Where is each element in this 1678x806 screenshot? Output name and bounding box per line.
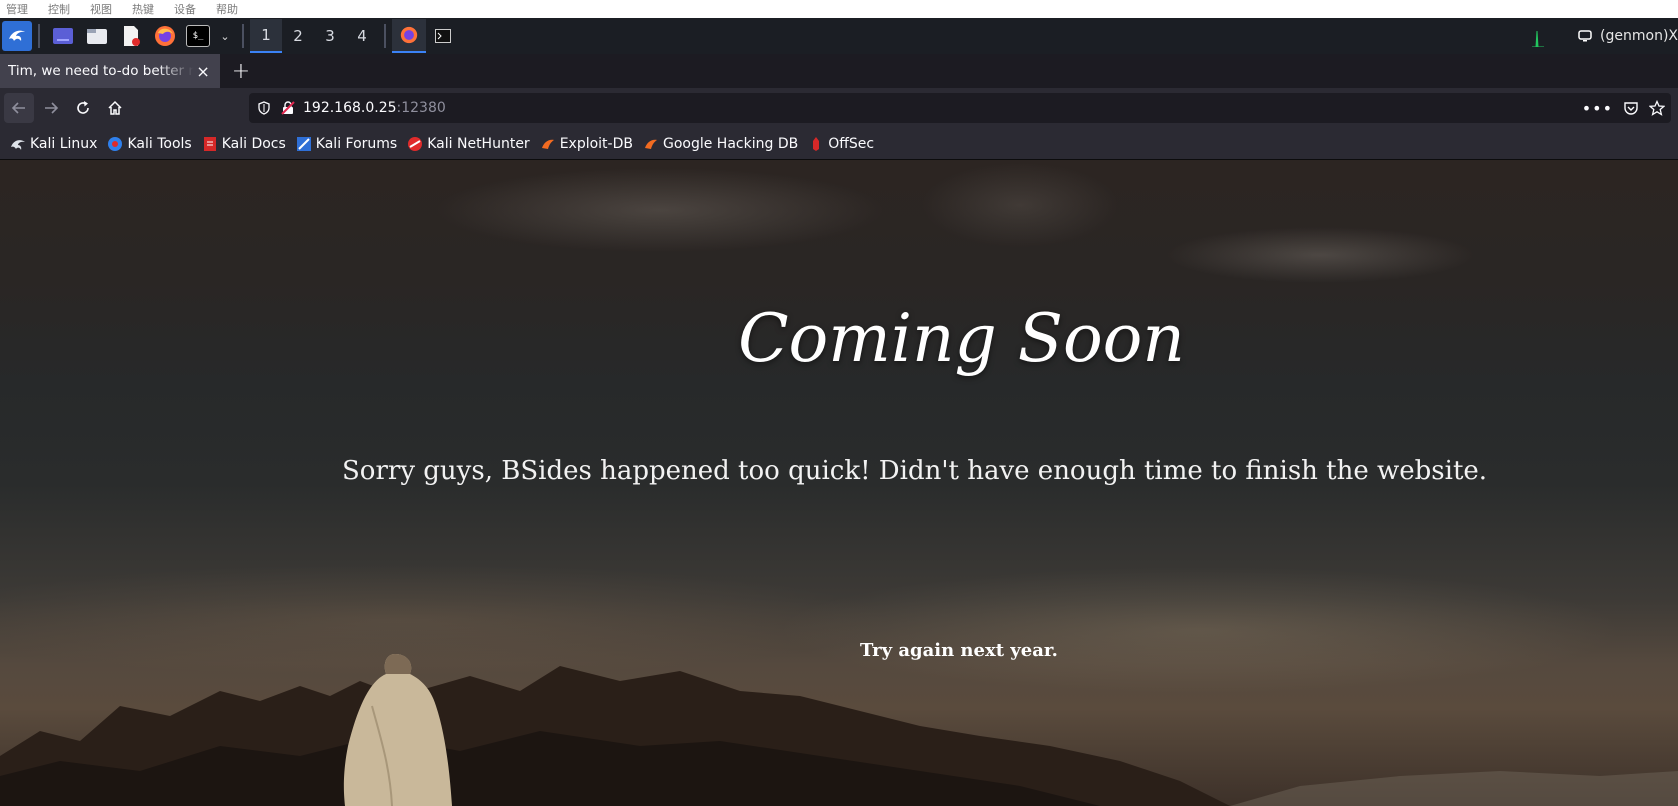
bookmark-label: Kali NetHunter (427, 135, 530, 152)
vm-menu-hotkeys[interactable]: 热键 (132, 1, 162, 17)
firefox-icon (400, 26, 418, 44)
vm-menu-view[interactable]: 视图 (90, 1, 120, 17)
reload-button[interactable] (68, 93, 98, 123)
workspace-4[interactable]: 4 (346, 19, 378, 53)
workspace-3[interactable]: 3 (314, 19, 346, 53)
arrow-left-icon (11, 102, 25, 114)
vm-menu-bar: 管理 控制 视图 热键 设备 帮助 (0, 0, 1678, 18)
bookmark-label: Kali Linux (30, 135, 98, 152)
background-landscape (0, 654, 1678, 806)
home-button[interactable] (100, 93, 130, 123)
tab-active[interactable]: Tim, we need to-do better next year × (0, 54, 220, 88)
heading-wrap: Coming Soon (0, 300, 1678, 377)
kali-tools-icon (107, 136, 123, 152)
bookmark-kali-linux[interactable]: Kali Linux (10, 136, 97, 152)
display-icon[interactable] (1578, 29, 1592, 43)
more-actions-icon[interactable]: ••• (1582, 99, 1613, 118)
page-heading: Coming Soon (738, 300, 1185, 377)
kali-docs-icon (202, 136, 218, 152)
chevron-down-icon[interactable]: ⌄ (218, 23, 232, 49)
bookmark-label: Kali Forums (315, 135, 398, 152)
desktop-panel: $_ ⌄ 1 2 3 4 (genmon)X (0, 18, 1678, 54)
exploit-db-icon (540, 136, 556, 152)
close-icon[interactable]: × (194, 62, 212, 81)
bookmark-kali-tools[interactable]: Kali Tools (107, 135, 192, 152)
offsec-icon (808, 136, 824, 152)
bookmark-kali-nethunter[interactable]: Kali NetHunter (407, 135, 530, 152)
kali-forums-icon (296, 136, 312, 152)
tab-title: Tim, we need to-do better next year (8, 63, 195, 79)
bookmark-offsec[interactable]: OffSec (808, 136, 874, 152)
pocket-icon[interactable] (1623, 100, 1639, 116)
insecure-lock-icon[interactable] (281, 101, 295, 115)
text-editor-icon[interactable] (118, 23, 144, 49)
page-subtitle: Sorry guys, BSides happened too quick! D… (342, 456, 1488, 486)
reload-icon (77, 101, 89, 114)
tab-strip: Tim, we need to-do better next year × + (0, 54, 1678, 88)
new-tab-button[interactable]: + (226, 56, 256, 86)
terminal-icon (435, 29, 451, 43)
address-bar[interactable]: 192.168.0.25:12380 ••• (249, 93, 1671, 123)
url-host: 192.168.0.25 (303, 100, 397, 116)
vm-menu-help[interactable]: 帮助 (216, 1, 246, 17)
back-button[interactable] (4, 93, 34, 123)
firefox-launcher-icon[interactable] (152, 23, 178, 49)
cpu-graph-icon (1532, 30, 1545, 47)
kali-dragon-icon (10, 136, 26, 152)
workspace-2[interactable]: 2 (282, 19, 314, 53)
nav-toolbar: 192.168.0.25:12380 ••• (0, 88, 1678, 128)
vm-menu-devices[interactable]: 设备 (174, 1, 204, 17)
arrow-right-icon (45, 102, 59, 114)
shield-icon[interactable] (257, 101, 271, 115)
nethunter-icon (407, 136, 423, 152)
home-icon (108, 100, 122, 115)
bookmarks-toolbar: Kali Linux Kali Tools Kali Docs Kali For… (0, 128, 1678, 160)
taskbar-terminal[interactable] (426, 19, 460, 53)
workspace-1[interactable]: 1 (250, 19, 282, 53)
url-actions: ••• (1582, 99, 1671, 118)
vm-menu-manage[interactable]: 管理 (6, 1, 36, 17)
panel-right: (genmon)X (1532, 25, 1678, 47)
file-manager-icon[interactable] (84, 23, 110, 49)
taskbar-firefox[interactable] (392, 19, 426, 53)
vm-menu-control[interactable]: 控制 (48, 1, 78, 17)
url-port: :12380 (396, 100, 446, 116)
panel-separator (242, 24, 244, 48)
bookmark-google-hacking-db[interactable]: Google Hacking DB (643, 136, 798, 152)
bookmark-exploit-db[interactable]: Exploit-DB (540, 136, 633, 152)
panel-separator (384, 24, 386, 48)
bookmark-label: Exploit-DB (559, 135, 633, 152)
bookmark-label: Kali Tools (127, 135, 192, 152)
star-icon[interactable] (1649, 100, 1665, 116)
bookmark-label: Google Hacking DB (662, 135, 799, 152)
bookmark-kali-forums[interactable]: Kali Forums (296, 136, 397, 152)
terminal-launcher-icon[interactable]: $_ (186, 25, 210, 47)
bookmark-label: Kali Docs (221, 135, 286, 152)
bookmark-kali-docs[interactable]: Kali Docs (202, 136, 286, 152)
genmon-label[interactable]: (genmon)X (1600, 28, 1678, 44)
ghdb-icon (643, 136, 659, 152)
forward-button[interactable] (36, 93, 66, 123)
bookmark-label: OffSec (828, 135, 875, 152)
panel-separator (38, 24, 40, 48)
page-content: Coming Soon Sorry guys, BSides happened … (0, 160, 1678, 806)
kali-menu-button[interactable] (2, 21, 32, 51)
desktop-icon[interactable] (50, 23, 76, 49)
kali-dragon-icon (9, 30, 25, 41)
